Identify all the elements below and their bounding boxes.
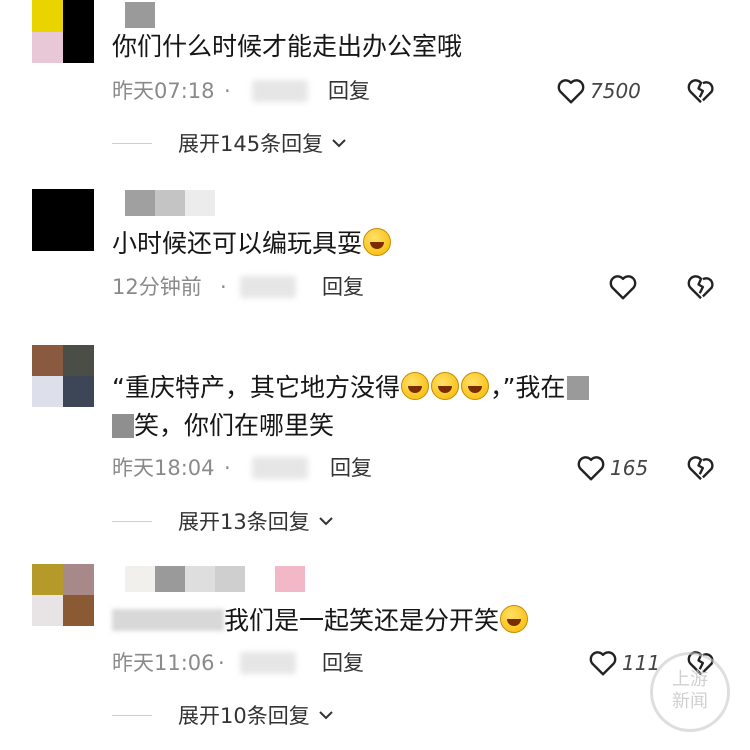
heart-outline-icon xyxy=(589,651,617,676)
watermark-line1: 上游 xyxy=(672,669,708,690)
avatar[interactable] xyxy=(32,189,94,251)
comment-meta: 昨天11:06 · 回复 111 xyxy=(112,648,722,678)
location-blurred xyxy=(240,276,296,298)
comment-meta: 12分钟前 · 回复 xyxy=(112,272,722,302)
like-button[interactable]: 111 xyxy=(588,648,660,678)
location-blurred xyxy=(252,457,308,479)
separator-dot: · xyxy=(224,456,231,480)
broken-heart-icon[interactable] xyxy=(686,272,716,302)
avatar[interactable] xyxy=(32,345,94,407)
username-blurred[interactable] xyxy=(125,190,215,216)
comment-time: 12分钟前 xyxy=(112,275,202,299)
laughing-emoji-icon xyxy=(460,372,489,400)
chevron-down-icon xyxy=(319,711,333,720)
location-blurred xyxy=(252,80,308,102)
comment-text: 小时候还可以编玩具耍 xyxy=(112,224,392,264)
comment-time: 昨天07:18 xyxy=(112,79,215,103)
heart-outline-icon xyxy=(577,456,605,481)
username-blurred[interactable] xyxy=(125,566,305,592)
avatar[interactable] xyxy=(32,0,94,63)
comment-time: 昨天11:06 xyxy=(112,651,215,675)
avatar[interactable] xyxy=(32,564,94,626)
comment-text: 笑，你们在哪里笑 xyxy=(112,406,334,446)
like-button[interactable] xyxy=(608,272,638,302)
like-count: 165 xyxy=(610,456,649,480)
location-blurred xyxy=(240,652,296,674)
divider xyxy=(112,142,152,144)
username-blurred[interactable] xyxy=(125,2,155,28)
broken-heart-icon[interactable] xyxy=(686,453,716,483)
laughing-emoji-icon xyxy=(430,372,459,400)
comment-text-content: 小时候还可以编玩具耍 xyxy=(112,229,363,258)
separator-dot: · xyxy=(218,651,225,675)
laughing-emoji-icon xyxy=(363,228,392,256)
reply-button[interactable]: 回复 xyxy=(328,76,370,106)
comment-text: “重庆特产，其它地方没得 ，”我在 xyxy=(112,368,590,408)
comment-meta: 昨天18:04 · 回复 165 xyxy=(112,453,722,483)
like-button[interactable]: 165 xyxy=(576,453,648,483)
watermark-logo: 上游 新闻 xyxy=(650,652,730,732)
heart-outline-icon xyxy=(557,79,585,104)
comment-time: 昨天18:04 xyxy=(112,456,215,480)
comment-text-line2: 笑，你们在哪里笑 xyxy=(134,411,335,440)
chevron-down-icon xyxy=(319,517,333,526)
comment-text-line1: “重庆特产，其它地方没得 xyxy=(112,373,400,402)
reply-button[interactable]: 回复 xyxy=(322,272,364,302)
comment-meta: 昨天07:18 · 回复 7500 xyxy=(112,76,722,106)
divider xyxy=(112,520,152,522)
comment-text-line1-end: ，”我在 xyxy=(489,373,566,402)
broken-heart-icon[interactable] xyxy=(686,76,716,106)
location-blurred xyxy=(112,414,134,438)
reply-button[interactable]: 回复 xyxy=(322,648,364,678)
laughing-emoji-icon xyxy=(400,372,429,400)
comment-text: 我们是一起笑还是分开笑 xyxy=(112,601,529,641)
expand-replies[interactable]: 展开10条回复 xyxy=(112,700,334,730)
like-count: 7500 xyxy=(590,79,641,103)
location-blurred xyxy=(567,376,590,400)
reply-target-blurred xyxy=(112,609,224,631)
expand-replies-label: 展开145条回复 xyxy=(178,132,324,156)
chevron-down-icon xyxy=(332,139,346,148)
heart-outline-icon xyxy=(609,275,637,300)
laughing-emoji-icon xyxy=(500,605,529,633)
divider xyxy=(112,714,152,716)
reply-button[interactable]: 回复 xyxy=(330,453,372,483)
expand-replies-label: 展开10条回复 xyxy=(178,704,310,728)
expand-replies[interactable]: 展开145条回复 xyxy=(112,128,347,158)
watermark-line2: 新闻 xyxy=(672,691,708,712)
expand-replies[interactable]: 展开13条回复 xyxy=(112,506,334,536)
comment-text-content: 我们是一起笑还是分开笑 xyxy=(224,606,500,635)
comment-text: 你们什么时候才能走出办公室哦 xyxy=(112,32,463,61)
expand-replies-label: 展开13条回复 xyxy=(178,510,310,534)
like-button[interactable]: 7500 xyxy=(556,76,641,106)
separator-dot: · xyxy=(224,79,231,103)
separator-dot: · xyxy=(220,275,227,299)
